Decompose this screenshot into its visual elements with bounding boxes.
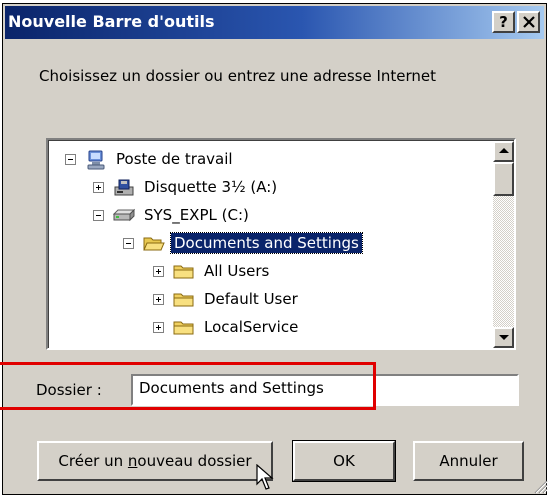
collapse-icon[interactable]: [65, 154, 76, 165]
scroll-down-button[interactable]: [493, 327, 514, 348]
tree-item-label: Disquette 3½ (A:): [144, 178, 278, 196]
open-folder-icon: [143, 237, 165, 251]
close-icon: [522, 16, 535, 28]
tree-item-label: All Users: [204, 262, 270, 280]
scroll-up-button[interactable]: [493, 141, 514, 162]
cancel-button[interactable]: Annuler: [413, 441, 524, 481]
new-folder-button[interactable]: Créer un nouveau dossier: [37, 441, 273, 481]
annotation-highlight-box: [0, 362, 376, 410]
mouse-pointer-icon: [256, 464, 274, 490]
hard-drive-icon: [113, 208, 135, 222]
ok-button[interactable]: OK: [292, 440, 396, 482]
close-button[interactable]: [517, 11, 540, 33]
collapse-icon[interactable]: [123, 238, 134, 249]
new-folder-label-suffix: ouveau dossier: [137, 452, 252, 470]
expand-icon[interactable]: [93, 182, 104, 193]
scroll-thumb[interactable]: [493, 162, 514, 196]
collapse-icon[interactable]: [93, 210, 104, 221]
resize-grip-icon[interactable]: [534, 480, 548, 494]
new-folder-accelerator: n: [127, 452, 138, 470]
tree-item-label: Documents and Settings: [170, 232, 363, 254]
title-bar[interactable]: Nouvelle Barre d'outils ?: [5, 6, 544, 39]
expand-icon[interactable]: [153, 294, 164, 305]
tree-item-label: SYS_EXPL (C:): [144, 206, 249, 224]
new-folder-label-prefix: Créer un: [58, 452, 128, 470]
arrow-down-icon: [499, 335, 509, 340]
expand-icon[interactable]: [153, 266, 164, 277]
help-button[interactable]: ?: [492, 11, 515, 33]
folder-tree[interactable]: Poste de travail Disquette 3½ (A:) SYS_E…: [46, 138, 516, 350]
folder-icon: [173, 293, 194, 307]
tree-item-label: LocalService: [204, 318, 299, 336]
computer-icon: [87, 150, 105, 170]
dialog-prompt: Choisissez un dossier ou entrez une adre…: [39, 67, 437, 85]
expand-icon[interactable]: [153, 322, 164, 333]
tree-scrollbar[interactable]: [493, 141, 514, 348]
tree-item-label: Poste de travail: [116, 150, 233, 168]
folder-icon: [173, 321, 194, 335]
arrow-up-icon: [499, 148, 509, 153]
floppy-drive-icon: [114, 179, 134, 196]
tree-item-label: Default User: [204, 290, 298, 308]
dialog-title: Nouvelle Barre d'outils: [8, 12, 215, 31]
folder-icon: [173, 265, 194, 279]
